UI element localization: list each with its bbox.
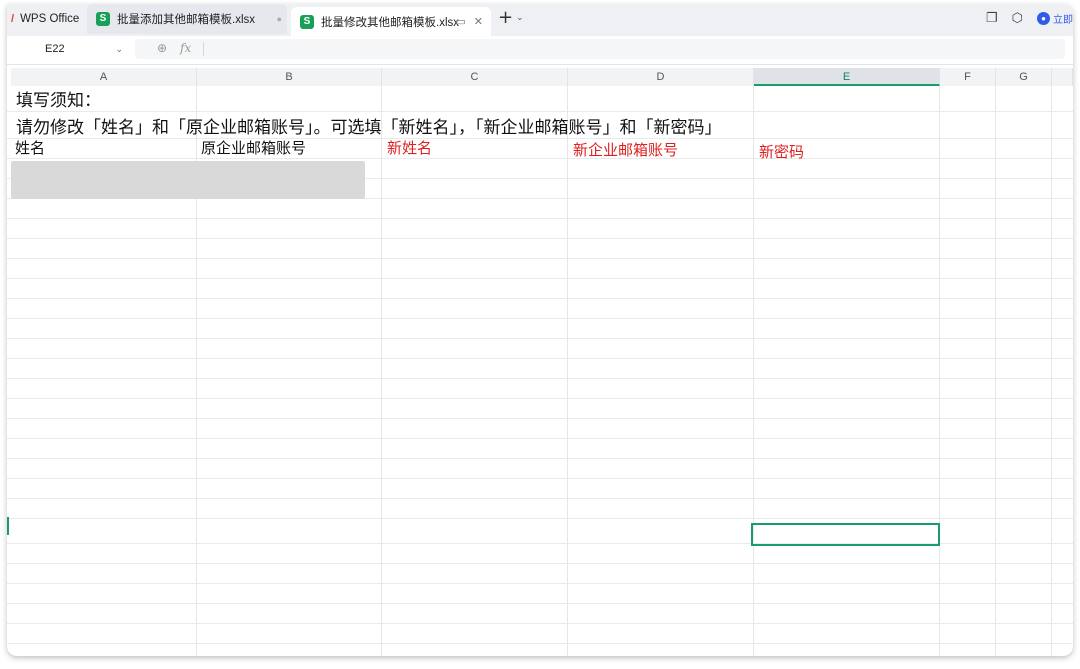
login-label: 立即 <box>1053 14 1073 26</box>
grid-line <box>381 86 382 656</box>
wps-window: / WPS Office S 批量添加其他邮箱模板.xlsx ● S 批量修改其… <box>7 4 1073 656</box>
column-header-e[interactable]: E <box>754 68 940 86</box>
formula-bar: E22 ⌄ ⊕ fx <box>7 36 1073 65</box>
tab-bar: / WPS Office S 批量添加其他邮箱模板.xlsx ● S 批量修改其… <box>7 4 1073 36</box>
grid-line <box>7 398 1073 399</box>
grid-line <box>7 258 1073 259</box>
notice-body[interactable]: 请勿修改「姓名」和「原企业邮箱账号」。可选填「新姓名」，「新企业邮箱账号」和「新… <box>16 113 722 138</box>
grid-line <box>7 158 1073 159</box>
tab-file-modify-label: 批量修改其他邮箱模板.xlsx <box>321 16 459 29</box>
grid-line <box>7 458 1073 459</box>
grid-line <box>995 86 996 656</box>
grid-line <box>567 86 568 656</box>
grid-line <box>7 338 1073 339</box>
grid-line <box>7 563 1073 564</box>
zoom-icon[interactable]: ⊕ <box>157 41 167 55</box>
grid-line <box>7 623 1073 624</box>
window-icon[interactable]: ▭ <box>455 15 465 28</box>
close-icon[interactable]: ✕ <box>474 15 483 28</box>
column-header-c[interactable]: C <box>382 68 568 86</box>
chevron-down-icon[interactable]: ⌄ <box>516 13 524 23</box>
row-indicator <box>7 517 9 535</box>
column-header-g[interactable]: G <box>996 68 1052 86</box>
grid-line <box>7 518 1073 519</box>
unsaved-dot-icon: ● <box>276 14 282 24</box>
window-restore-icon[interactable]: ❐ <box>986 10 998 26</box>
grid-line <box>7 218 1073 219</box>
selected-cell-e22[interactable] <box>751 523 940 546</box>
grid-line <box>7 478 1073 479</box>
grid-line <box>7 238 1073 239</box>
grid-line <box>7 603 1073 604</box>
header-new-name[interactable]: 新姓名 <box>387 137 432 158</box>
column-header-f[interactable]: F <box>940 68 996 86</box>
grid-line <box>7 111 1073 112</box>
tab-home[interactable]: / WPS Office <box>7 4 89 34</box>
column-header-a[interactable]: A <box>11 68 197 86</box>
grid-line <box>753 86 754 656</box>
sheet-grid[interactable]: A B C D E F G 填写须知： 请勿修改「姓名」和「原企业邮箱账号」。可… <box>7 65 1073 656</box>
spreadsheet-icon: S <box>96 12 110 26</box>
grid-line <box>7 318 1073 319</box>
grid-line <box>7 498 1073 499</box>
column-header-d[interactable]: D <box>568 68 754 86</box>
wps-logo-icon: / <box>11 13 15 25</box>
spreadsheet-icon: S <box>300 14 314 29</box>
cell-reference: E22 <box>45 43 65 55</box>
grid-line <box>7 358 1073 359</box>
header-name[interactable]: 姓名 <box>15 137 45 158</box>
chevron-down-icon[interactable]: ⌄ <box>115 44 123 55</box>
grid-line <box>7 583 1073 584</box>
login-button[interactable]: ● 立即 <box>1037 11 1073 26</box>
header-new-email[interactable]: 新企业邮箱账号 <box>573 139 678 160</box>
formula-input[interactable]: ⊕ fx <box>135 39 1065 59</box>
grid-line <box>7 378 1073 379</box>
tab-file-add[interactable]: S 批量添加其他邮箱模板.xlsx ● <box>87 4 287 34</box>
name-box[interactable]: E22 ⌄ <box>11 39 129 59</box>
grid-line <box>7 278 1073 279</box>
grid-line <box>7 298 1073 299</box>
grid-line <box>7 438 1073 439</box>
column-header-overflow[interactable] <box>1052 68 1073 86</box>
tab-home-label: WPS Office <box>20 13 80 25</box>
divider <box>203 42 204 56</box>
redacted-data-block <box>11 161 365 199</box>
grid-line <box>1051 86 1052 656</box>
tab-file-modify[interactable]: S 批量修改其他邮箱模板.xlsx ▭ ✕ <box>291 7 491 36</box>
cube-icon[interactable]: ⬡ <box>1012 10 1023 26</box>
grid-line <box>7 643 1073 644</box>
fx-icon[interactable]: fx <box>180 41 191 55</box>
grid-line <box>7 138 1073 139</box>
tab-file-add-label: 批量添加其他邮箱模板.xlsx <box>117 14 255 26</box>
new-tab-icon[interactable]: + <box>498 8 513 28</box>
column-header-b[interactable]: B <box>197 68 382 86</box>
header-original-email[interactable]: 原企业邮箱账号 <box>201 137 306 158</box>
user-icon: ● <box>1037 11 1050 25</box>
grid-line <box>939 86 940 656</box>
grid-line <box>7 418 1073 419</box>
header-new-password[interactable]: 新密码 <box>759 141 804 162</box>
notice-title[interactable]: 填写须知： <box>16 86 101 111</box>
